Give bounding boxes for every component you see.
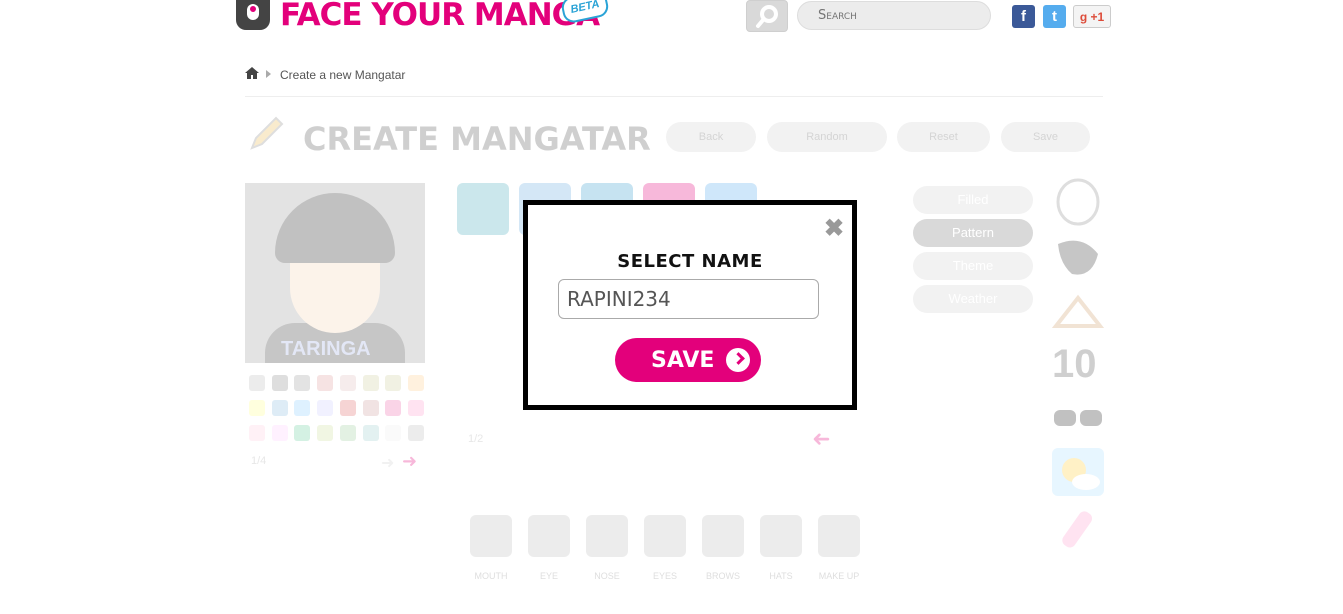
close-icon[interactable]: ✖ (824, 217, 844, 241)
dialog-title: SELECT NAME (617, 251, 763, 272)
select-name-dialog: ✖ SELECT NAME SAVE (523, 200, 857, 410)
name-field[interactable] (558, 279, 819, 319)
save-button-label: SAVE (651, 348, 715, 373)
save-button[interactable]: SAVE (615, 338, 761, 382)
arrow-right-icon (726, 348, 750, 372)
